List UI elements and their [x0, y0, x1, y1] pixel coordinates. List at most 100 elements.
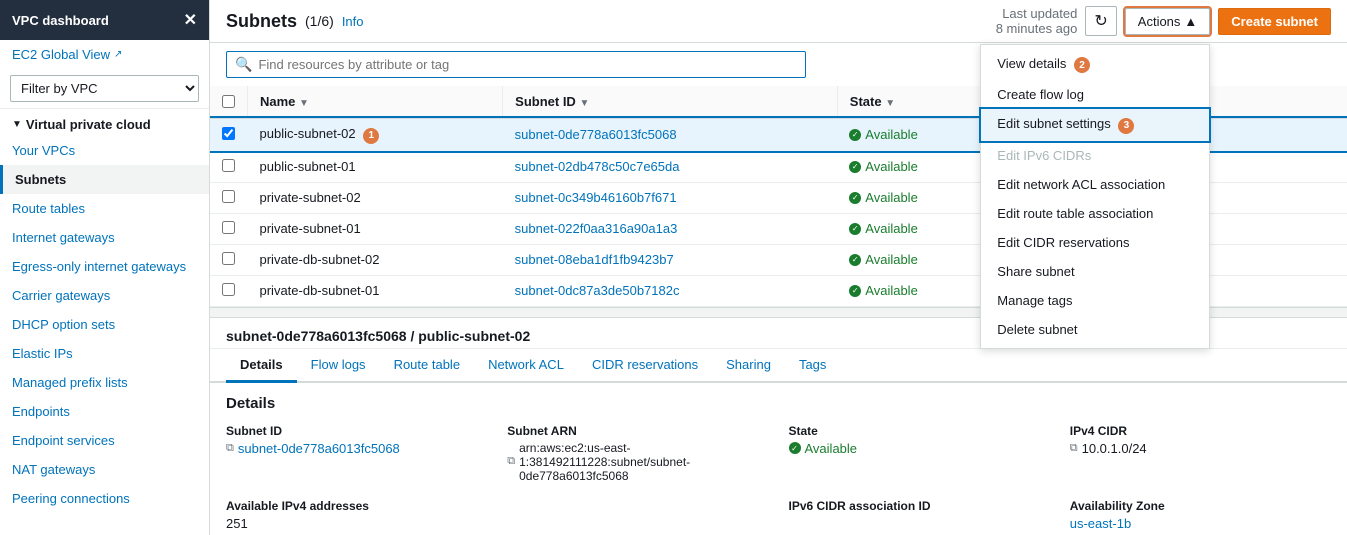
search-input[interactable] — [258, 57, 797, 72]
sidebar-item-endpoint-services[interactable]: Endpoint services — [0, 426, 209, 455]
field-az-value: us-east-1b — [1070, 516, 1331, 531]
row-subnet-id: subnet-08eba1df1fb9423b7 — [503, 244, 838, 275]
sidebar-item-dhcp[interactable]: DHCP option sets — [0, 310, 209, 339]
annotation-1: 1 — [363, 128, 379, 144]
subnet-id-link[interactable]: subnet-0dc87a3de50b7182c — [515, 283, 680, 298]
main-content: Subnets (1/6) Info Last updated 8 minute… — [210, 0, 1347, 535]
dropdown-item-edit-acl[interactable]: Edit network ACL association — [981, 170, 1209, 199]
sidebar-title: VPC dashboard — [12, 13, 109, 28]
subnet-id-link[interactable]: subnet-022f0aa316a90a1a3 — [515, 221, 678, 236]
tab-cidr-reservations[interactable]: CIDR reservations — [578, 349, 712, 383]
col-state: State ▼ — [837, 86, 1001, 118]
search-icon: 🔍 — [235, 56, 252, 73]
actions-button[interactable]: Actions ▲ — [1125, 8, 1211, 35]
dropdown-item-view-details[interactable]: View details 2 — [981, 49, 1209, 81]
row-checkbox[interactable] — [222, 190, 235, 203]
close-icon[interactable]: ✕ — [184, 10, 197, 30]
sort-subnet-id-icon[interactable]: ▼ — [579, 98, 589, 109]
sidebar-item-nat-gateways[interactable]: NAT gateways — [0, 455, 209, 484]
subnet-id-link[interactable]: subnet-08eba1df1fb9423b7 — [515, 252, 674, 267]
row-state: ✓ Available — [837, 213, 1001, 244]
subnet-id-link[interactable]: subnet-02db478c50c7e65da — [515, 159, 680, 174]
actions-container: Actions ▲ View details 2 Create flow log… — [1125, 8, 1211, 35]
detail-grid: Subnet ID ⧉ subnet-0de778a6013fc5068 Sub… — [226, 424, 1331, 531]
sidebar-item-ec2-global[interactable]: EC2 Global View ↗ — [0, 40, 209, 69]
detail-content: Details Subnet ID ⧉ subnet-0de778a6013fc… — [210, 383, 1347, 535]
field-ipv4-cidr: IPv4 CIDR ⧉ 10.0.1.0/24 — [1070, 424, 1331, 483]
dropdown-item-edit-subnet-settings[interactable]: Edit subnet settings 3 — [981, 109, 1209, 141]
tab-details[interactable]: Details — [226, 349, 297, 383]
sidebar-item-subnets[interactable]: Subnets — [0, 165, 209, 194]
top-bar: Subnets (1/6) Info Last updated 8 minute… — [210, 0, 1347, 43]
dropdown-item-create-flow-log[interactable]: Create flow log — [981, 80, 1209, 109]
sidebar-item-route-tables[interactable]: Route tables — [0, 194, 209, 223]
row-checkbox-cell — [210, 275, 248, 306]
dropdown-item-manage-tags[interactable]: Manage tags — [981, 286, 1209, 315]
row-checkbox[interactable] — [222, 127, 235, 140]
field-ipv6-cidr-assoc: IPv6 CIDR association ID — [789, 499, 1050, 531]
select-all-checkbox[interactable] — [222, 95, 235, 108]
copy-icon-subnet-id[interactable]: ⧉ — [226, 442, 234, 455]
field-state-value: ✓ Available — [789, 441, 1050, 456]
select-all-col — [210, 86, 248, 118]
annotation-3: 3 — [1118, 118, 1134, 134]
sidebar-item-egress-gateways[interactable]: Egress-only internet gateways — [0, 252, 209, 281]
create-subnet-button[interactable]: Create subnet — [1218, 8, 1331, 35]
field-ipv6-cidr-assoc-label: IPv6 CIDR association ID — [789, 499, 1050, 513]
dropdown-item-edit-route-table[interactable]: Edit route table association — [981, 199, 1209, 228]
row-checkbox[interactable] — [222, 252, 235, 265]
subnet-id-link[interactable]: subnet-0de778a6013fc5068 — [515, 127, 677, 142]
field-state-label: State — [789, 424, 1050, 438]
status-icon: ✓ — [849, 192, 861, 204]
row-state: ✓ Available — [837, 244, 1001, 275]
sidebar-item-internet-gateways[interactable]: Internet gateways — [0, 223, 209, 252]
sidebar-item-peering[interactable]: Peering connections — [0, 484, 209, 513]
sidebar-item-your-vpcs[interactable]: Your VPCs — [0, 136, 209, 165]
tab-sharing[interactable]: Sharing — [712, 349, 785, 383]
detail-tabs: Details Flow logs Route table Network AC… — [210, 349, 1347, 383]
sidebar-item-carrier-gateways[interactable]: Carrier gateways — [0, 281, 209, 310]
field-state: State ✓ Available — [789, 424, 1050, 483]
refresh-button[interactable]: ↻ — [1085, 6, 1116, 36]
row-checkbox[interactable] — [222, 283, 235, 296]
status-icon: ✓ — [849, 129, 861, 141]
field-subnet-arn: Subnet ARN ⧉ arn:aws:ec2:us-east-1:38149… — [507, 424, 768, 483]
detail-section-title: Details — [226, 395, 1331, 412]
status-icon: ✓ — [849, 161, 861, 173]
subnet-id-link[interactable]: subnet-0c349b46160b7f671 — [515, 190, 677, 205]
row-checkbox[interactable] — [222, 221, 235, 234]
chevron-up-icon: ▲ — [1184, 14, 1197, 29]
row-checkbox[interactable] — [222, 159, 235, 172]
row-subnet-id: subnet-0dc87a3de50b7182c — [503, 275, 838, 306]
sort-name-icon[interactable]: ▼ — [299, 98, 309, 109]
sidebar-item-elastic-ips[interactable]: Elastic IPs — [0, 339, 209, 368]
top-bar-left: Subnets (1/6) Info — [226, 11, 364, 32]
info-link[interactable]: Info — [342, 14, 364, 29]
dropdown-item-edit-cidr[interactable]: Edit CIDR reservations — [981, 228, 1209, 257]
sidebar-header: VPC dashboard ✕ — [0, 0, 209, 40]
external-link-icon: ↗ — [114, 49, 122, 60]
tab-flow-logs[interactable]: Flow logs — [297, 349, 380, 383]
row-subnet-id: subnet-0c349b46160b7f671 — [503, 182, 838, 213]
sidebar-item-endpoints[interactable]: Endpoints — [0, 397, 209, 426]
field-ipv4-cidr-label: IPv4 CIDR — [1070, 424, 1331, 438]
annotation-2: 2 — [1074, 57, 1090, 73]
dropdown-item-share-subnet[interactable]: Share subnet — [981, 257, 1209, 286]
sidebar-item-prefix-lists[interactable]: Managed prefix lists — [0, 368, 209, 397]
tab-route-table[interactable]: Route table — [380, 349, 475, 383]
field-available-ipv4: Available IPv4 addresses 251 — [226, 499, 487, 531]
filter-by-vpc-select[interactable]: Filter by VPC — [10, 75, 199, 102]
tab-tags[interactable]: Tags — [785, 349, 840, 383]
copy-icon-cidr[interactable]: ⧉ — [1070, 442, 1078, 455]
row-state: ✓ Available — [837, 275, 1001, 306]
tab-network-acl[interactable]: Network ACL — [474, 349, 578, 383]
dropdown-item-delete-subnet[interactable]: Delete subnet — [981, 315, 1209, 344]
subnet-count: (1/6) — [305, 13, 334, 29]
row-checkbox-cell — [210, 244, 248, 275]
sort-state-icon[interactable]: ▼ — [885, 98, 895, 109]
actions-dropdown: View details 2 Create flow log Edit subn… — [980, 44, 1210, 349]
field-availability-zone: Availability Zone us-east-1b — [1070, 499, 1331, 531]
sidebar-section-vpc: ▼ Virtual private cloud — [0, 109, 209, 136]
field-subnet-id: Subnet ID ⧉ subnet-0de778a6013fc5068 — [226, 424, 487, 483]
copy-icon-arn[interactable]: ⧉ — [507, 455, 515, 468]
